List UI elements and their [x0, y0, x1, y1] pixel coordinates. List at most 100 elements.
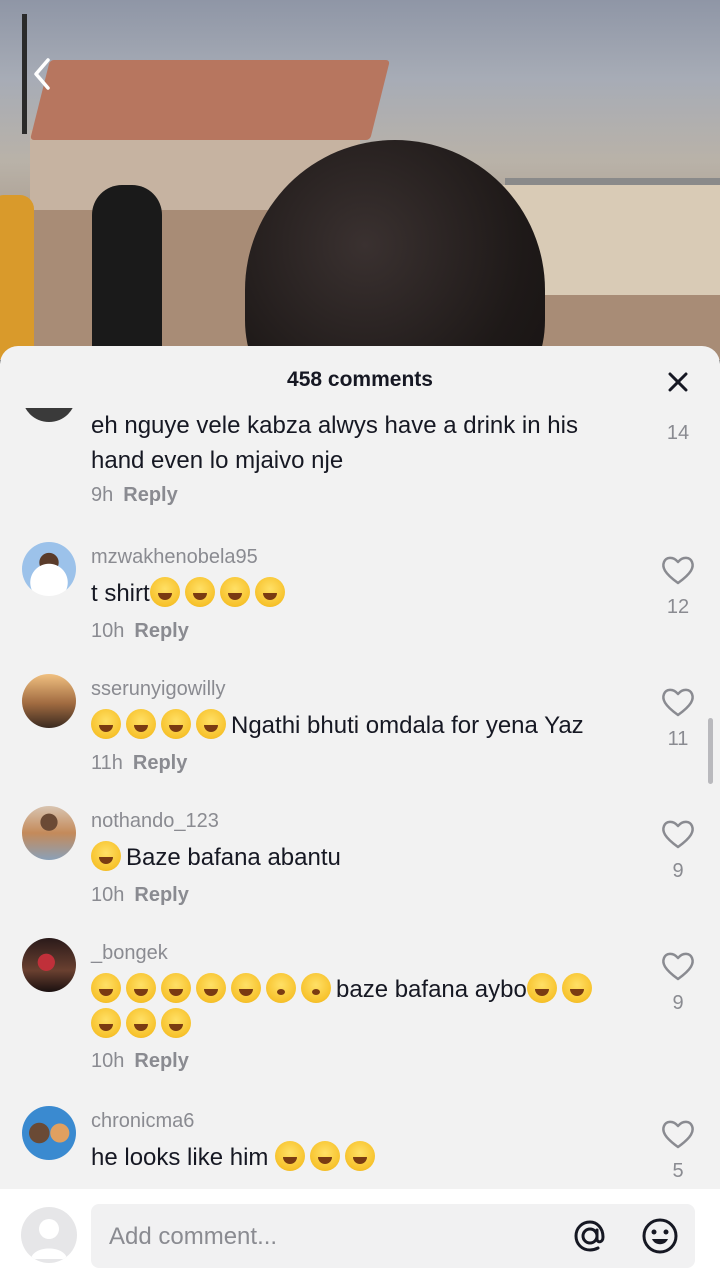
rofl-emoji-icon [91, 841, 121, 871]
joy-emoji-icon [126, 973, 156, 1003]
comment-text: baze bafana aybo [91, 972, 651, 1042]
video-scene-person-left [0, 195, 34, 360]
joy-emoji-icon [161, 973, 191, 1003]
joy-emoji-icon [91, 973, 121, 1003]
comment-text-part: he looks like him [91, 1144, 276, 1171]
comment-time: 11h [91, 752, 123, 774]
smiley-icon [642, 1218, 678, 1254]
joy-emoji-icon [91, 1008, 121, 1038]
like-count: 5 [672, 1160, 684, 1182]
avatar[interactable] [21, 1207, 77, 1263]
joy-emoji-icon [345, 1141, 376, 1171]
comments-panel: 458 comments eh nguye vele kabza alwys h… [0, 346, 720, 1280]
comment-text: t shirt [91, 576, 631, 611]
user-placeholder-icon [31, 1219, 67, 1259]
like-count: 11 [667, 728, 689, 750]
comment-time: 10h [91, 620, 125, 642]
comment-input[interactable] [107, 1204, 561, 1270]
heart-outline-icon [662, 820, 694, 849]
comment-list[interactable]: eh nguye vele kabza alwys have a drink i… [0, 408, 720, 1190]
joy-emoji-icon [196, 973, 226, 1003]
like-count: 9 [672, 860, 684, 882]
like-button[interactable] [660, 950, 696, 987]
back-button[interactable] [26, 54, 62, 94]
grinning-sweat-emoji-icon [219, 577, 250, 607]
reply-button[interactable]: Reply [134, 1050, 188, 1072]
joy-emoji-icon [126, 1008, 156, 1038]
comment-username[interactable]: chronicma6 [91, 1110, 194, 1133]
heart-outline-icon [662, 1120, 694, 1149]
heart-outline-icon [662, 688, 694, 717]
mention-button[interactable] [570, 1216, 610, 1256]
joy-emoji-icon [161, 1008, 191, 1038]
comment-meta: 10h Reply [91, 884, 189, 907]
comment-time: 10h [91, 884, 125, 906]
joy-emoji-icon [91, 709, 121, 739]
like-count: 14 [666, 422, 690, 444]
heart-outline-icon [662, 556, 694, 585]
flushed-emoji-icon [301, 973, 331, 1003]
heart-outline-icon [662, 952, 694, 981]
close-icon [668, 372, 688, 392]
comment-text: eh nguye vele kabza alwys have a drink i… [91, 412, 578, 474]
close-button[interactable] [660, 364, 696, 400]
comment-username[interactable]: _bongek [91, 942, 168, 965]
video-scene-person [92, 185, 162, 355]
like-button[interactable] [660, 554, 696, 591]
grinning-sweat-emoji-icon [254, 577, 285, 607]
flushed-emoji-icon [266, 973, 296, 1003]
grinning-sweat-emoji-icon [149, 577, 180, 607]
avatar[interactable] [22, 1106, 76, 1160]
comment-text: he looks like him [91, 1140, 631, 1175]
comment-text-part: Ngathi bhuti omdala for yena Yaz [231, 712, 584, 739]
comment-meta: 11h Reply [91, 752, 187, 775]
comment-meta: 9h Reply [91, 484, 178, 507]
avatar[interactable] [22, 938, 76, 992]
reply-button[interactable]: Reply [134, 884, 188, 906]
comment-text: Ngathi bhuti omdala for yena Yaz [91, 708, 631, 743]
reply-button[interactable]: Reply [123, 484, 177, 506]
chevron-left-icon [34, 58, 50, 90]
joy-emoji-icon [310, 1141, 341, 1171]
avatar[interactable] [22, 674, 76, 728]
emoji-button[interactable] [640, 1216, 680, 1256]
like-button[interactable] [660, 818, 696, 855]
video-player[interactable] [0, 0, 720, 360]
video-scene-roof [30, 60, 390, 140]
at-icon [574, 1220, 605, 1252]
joy-emoji-icon [561, 973, 592, 1003]
comment-item: eh nguye vele kabza alwys have a drink i… [0, 408, 720, 508]
avatar[interactable] [22, 806, 76, 860]
scrollbar-thumb[interactable] [708, 718, 713, 784]
joy-emoji-icon [275, 1141, 306, 1171]
like-button[interactable] [660, 686, 696, 723]
comment-username[interactable]: nothando_123 [91, 810, 219, 833]
comment-username[interactable]: mzwakhenobela95 [91, 546, 258, 569]
joy-emoji-icon [526, 973, 557, 1003]
comment-item: sserunyigowilly Ngathi bhuti omdala for … [0, 672, 720, 802]
comment-item: _bongek baze bafana aybo 10h Reply 9 [0, 936, 720, 1106]
avatar[interactable] [22, 408, 76, 422]
comment-time: 9h [91, 484, 114, 506]
comment-count: 458 comments [287, 368, 433, 391]
joy-emoji-icon [196, 709, 226, 739]
comment-text: Baze bafana abantu [91, 840, 631, 875]
comment-item: nothando_123 Baze bafana abantu 10h Reply… [0, 804, 720, 934]
reply-button[interactable]: Reply [134, 620, 188, 642]
reply-button[interactable]: Reply [133, 752, 187, 774]
comment-meta: 10h Reply [91, 1050, 189, 1073]
like-count: 9 [672, 992, 684, 1014]
comment-meta: 10h Reply [91, 620, 189, 643]
joy-emoji-icon [161, 709, 191, 739]
like-button[interactable] [660, 1118, 696, 1155]
comment-composer [0, 1189, 720, 1280]
comment-item: chronicma6 he looks like him 5 [0, 1104, 720, 1190]
comment-input-box[interactable] [91, 1204, 695, 1270]
comment-text-part: baze bafana aybo [336, 976, 527, 1003]
grinning-sweat-emoji-icon [184, 577, 215, 607]
like-count: 12 [666, 596, 690, 618]
comment-username[interactable]: sserunyigowilly [91, 678, 226, 701]
comment-text-part: t shirt [91, 580, 150, 607]
comment-time: 10h [91, 1050, 125, 1072]
avatar[interactable] [22, 542, 76, 596]
